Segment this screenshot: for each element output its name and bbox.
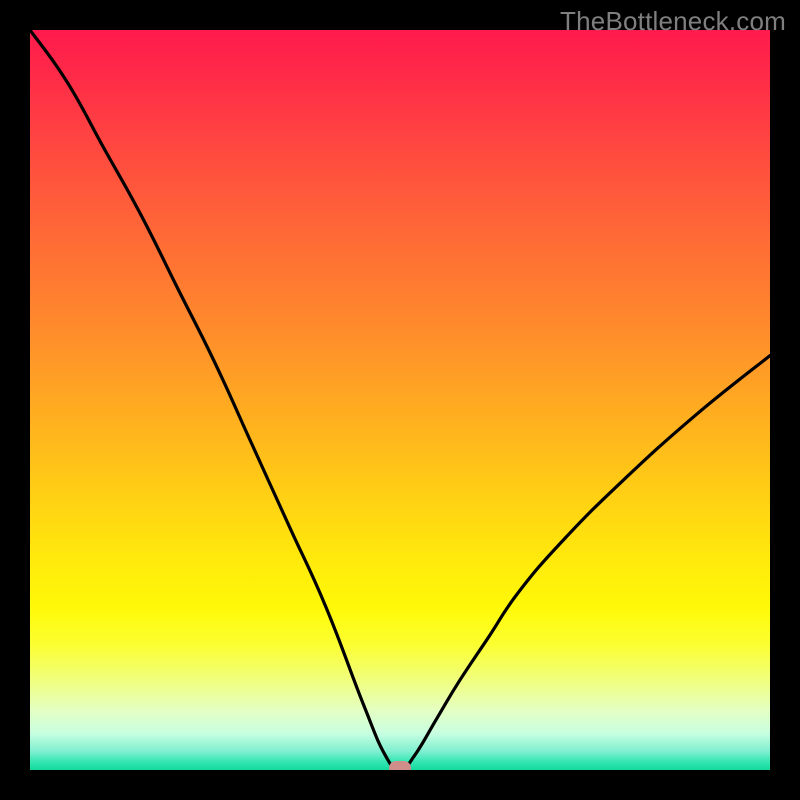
curve-svg (30, 30, 770, 770)
optimal-point-marker (389, 761, 411, 770)
plot-area (30, 30, 770, 770)
chart-frame: TheBottleneck.com (0, 0, 800, 800)
bottleneck-curve (30, 30, 770, 770)
watermark-label: TheBottleneck.com (560, 6, 786, 37)
